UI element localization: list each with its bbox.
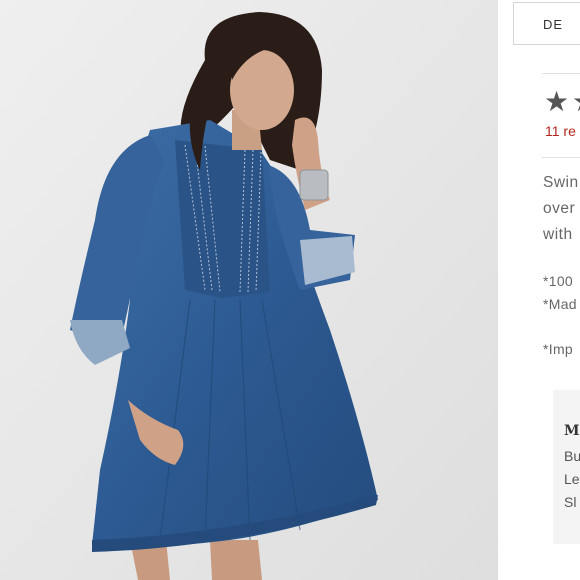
- description-line: over: [543, 200, 576, 217]
- tab-divider: [513, 44, 580, 45]
- divider: [542, 73, 580, 74]
- material-note: *100: [543, 273, 574, 289]
- measurement-item: Bu: [564, 448, 580, 464]
- star-icon: ★: [572, 88, 580, 116]
- origin-note: *Mad: [543, 296, 577, 312]
- description-line: with: [543, 226, 573, 243]
- product-details-panel: DE ★ ★ 11 re Swin over with *100 *Mad *I…: [498, 0, 580, 580]
- product-image[interactable]: [0, 0, 498, 580]
- reviews-link[interactable]: 11 re: [545, 123, 576, 139]
- tab-details-label: DE: [543, 17, 564, 32]
- description-line: Swin: [543, 174, 579, 191]
- measurements-box: [553, 390, 580, 544]
- measurement-item: Le: [564, 471, 580, 487]
- measurements-title: M: [564, 423, 580, 439]
- import-note: *Imp: [543, 341, 573, 357]
- measurement-item: Sl: [564, 494, 577, 510]
- product-photo-illustration: [0, 0, 498, 580]
- star-icon: ★: [544, 86, 570, 117]
- divider: [542, 157, 580, 158]
